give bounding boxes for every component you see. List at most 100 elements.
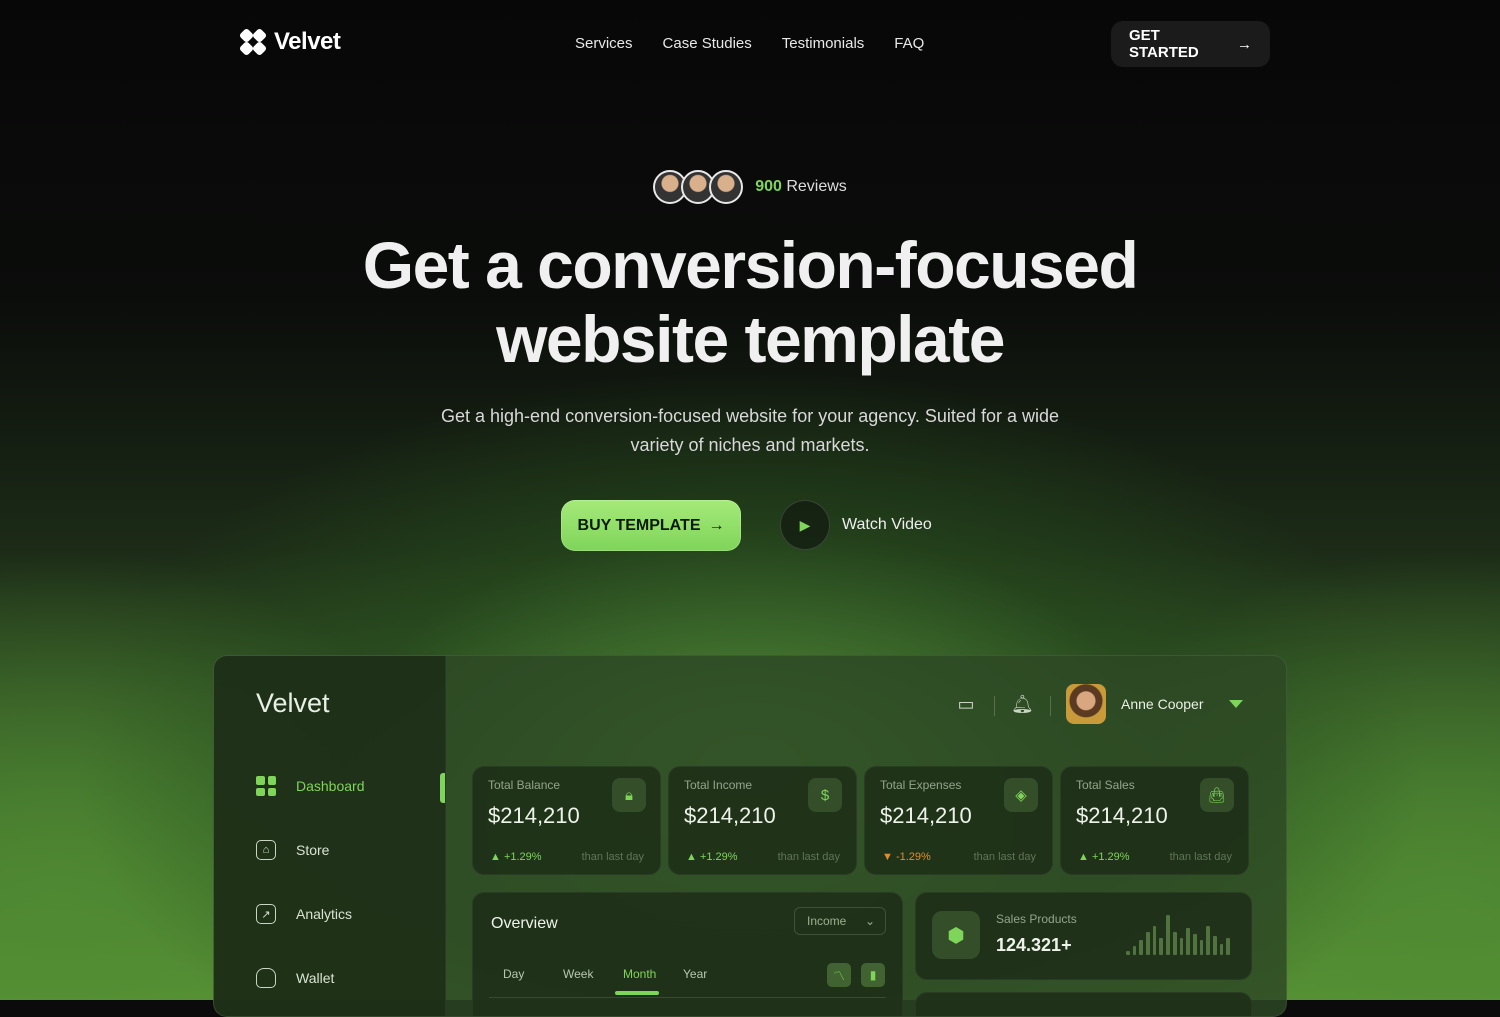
avatar (709, 170, 744, 204)
reviews-text: 900 Reviews (755, 178, 847, 196)
sidebar-item-dashboard[interactable]: Dashboard (256, 776, 365, 796)
play-icon: ▶ (780, 500, 830, 550)
spark-bar (1226, 938, 1230, 955)
card-value: $214,210 (1076, 803, 1168, 828)
user-name[interactable]: Anne Cooper (1121, 696, 1204, 712)
overview-panel: Overview Income ⌄ Day Week Month Year 〽 … (472, 892, 903, 1016)
velvet-logo-icon (238, 27, 268, 57)
wallet-lock-icon: 🔒︎ (612, 778, 646, 812)
grid-icon (256, 776, 276, 796)
arrow-right-icon: → (1237, 35, 1252, 53)
nav-link-services[interactable]: Services (575, 35, 633, 52)
buy-template-label: BUY TEMPLATE (577, 516, 701, 534)
tab-month[interactable]: Month (623, 967, 683, 981)
sidebar-item-store[interactable]: ⌂ Store (256, 840, 329, 860)
tab-week[interactable]: Week (563, 967, 623, 981)
card-title: Total Income (684, 778, 753, 792)
overview-title: Overview (491, 915, 558, 932)
spark-bar (1126, 950, 1130, 955)
sidebar-item-label: Wallet (296, 970, 335, 986)
dashboard-brand: Velvet (256, 688, 330, 718)
card-value: $214,210 (880, 803, 972, 828)
divider (489, 997, 886, 998)
period-tabs: Day Week Month Year (503, 967, 743, 981)
dashboard-preview: Velvet Dashboard ⌂ Store ↗ Analytics Wal… (213, 655, 1287, 1017)
card-value: $214,210 (488, 803, 580, 828)
next-panel (915, 992, 1252, 1016)
card-change: ▲ +1.29% (490, 851, 542, 863)
nav-link-faq[interactable]: FAQ (894, 35, 924, 52)
watch-video-button[interactable]: ▶ Watch Video (780, 500, 932, 550)
divider (994, 696, 995, 716)
sidebar-item-wallet[interactable]: Wallet (256, 968, 334, 988)
card-change: ▼ -1.29% (882, 851, 931, 863)
stat-card-total-expenses[interactable]: Total Expenses $214,210 ◈ ▼ -1.29% than … (864, 766, 1053, 875)
card-note: than last day (777, 851, 840, 863)
card-change: ▲ +1.29% (1078, 851, 1130, 863)
card-title: Total Balance (488, 778, 561, 792)
card-title: Total Sales (1076, 778, 1135, 792)
sales-products-panel: ⬢ Sales Products 124.321+ (915, 892, 1252, 980)
sales-sparkline (1126, 913, 1230, 955)
card-title: Total Expenses (880, 778, 962, 792)
bar-chart-icon[interactable]: ▮ (861, 963, 885, 987)
active-indicator (440, 773, 445, 803)
spark-bar (1159, 938, 1164, 955)
stat-card-total-balance[interactable]: Total Balance $214,210 🔒︎ ▲ +1.29% than … (472, 766, 661, 875)
nav-link-testimonials[interactable]: Testimonials (782, 35, 865, 52)
spark-bar (1139, 940, 1144, 955)
avatar[interactable] (1066, 684, 1106, 724)
line-chart-icon[interactable]: 〽 (827, 963, 851, 987)
sidebar-item-label: Store (296, 842, 330, 858)
tab-day[interactable]: Day (503, 967, 563, 981)
spark-bar (1212, 936, 1217, 955)
get-started-label: GET STARTED (1129, 27, 1199, 61)
brand-logo[interactable]: Velvet (238, 27, 341, 57)
stat-card-total-sales[interactable]: Total Sales $214,210 👜︎ ▲ +1.29% than la… (1060, 766, 1249, 875)
nav-link-case-studies[interactable]: Case Studies (663, 35, 752, 52)
brand-name: Velvet (274, 28, 341, 55)
spark-bar (1206, 925, 1210, 955)
tab-year[interactable]: Year (683, 967, 743, 981)
card-note: than last day (973, 851, 1036, 863)
buy-template-button[interactable]: BUY TEMPLATE → (561, 500, 741, 551)
hero-subtitle: Get a high-end conversion-focused websit… (440, 406, 1059, 455)
headline-line-1: Get a conversion-focused (362, 228, 1139, 302)
sidebar-item-label: Dashboard (296, 778, 365, 794)
watch-video-label: Watch Video (842, 516, 932, 533)
spark-bar (1146, 931, 1150, 955)
card-note: than last day (581, 851, 644, 863)
spark-bar (1219, 944, 1224, 955)
nav-links: Services Case Studies Testimonials FAQ (575, 35, 924, 52)
select-value: Income (807, 914, 847, 928)
spark-bar (1166, 915, 1170, 955)
hero-headline: Get a conversion-focused website templat… (0, 228, 1500, 376)
overview-select[interactable]: Income ⌄ (794, 907, 886, 935)
stat-card-total-income[interactable]: Total Income $214,210 $ ▲ +1.29% than la… (668, 766, 857, 875)
coin-icon: $ (808, 778, 842, 812)
reviews-count: 900 (755, 178, 782, 195)
spark-bar (1152, 925, 1157, 955)
sidebar-item-label: Analytics (296, 906, 353, 922)
spark-bar (1132, 945, 1137, 955)
dashboard-sidebar: Velvet Dashboard ⌂ Store ↗ Analytics Wal… (214, 656, 446, 1016)
arrow-right-icon: → (708, 516, 725, 534)
reviews-badge: 900 Reviews (0, 170, 1500, 204)
sales-products-title: Sales Products (996, 912, 1077, 926)
store-icon: ⌂ (256, 840, 276, 860)
active-tab-indicator (615, 991, 659, 995)
chevron-down-icon[interactable] (1229, 700, 1243, 708)
wallet-icon (256, 968, 276, 988)
sidebar-item-analytics[interactable]: ↗ Analytics (256, 904, 352, 924)
sales-products-value: 124.321+ (996, 935, 1072, 955)
bell-icon[interactable]: 🔔︎ (1011, 694, 1034, 714)
spark-bar (1186, 927, 1190, 955)
spark-bar (1172, 931, 1177, 955)
bag-icon: 👜︎ (1200, 778, 1234, 812)
spark-bar (1199, 940, 1204, 955)
message-icon[interactable]: ▭ (955, 694, 977, 714)
tag-icon: ◈ (1004, 778, 1038, 812)
get-started-button[interactable]: GET STARTED → (1111, 21, 1270, 67)
reviews-label: Reviews (786, 178, 847, 195)
cube-icon: ⬢ (932, 911, 980, 959)
